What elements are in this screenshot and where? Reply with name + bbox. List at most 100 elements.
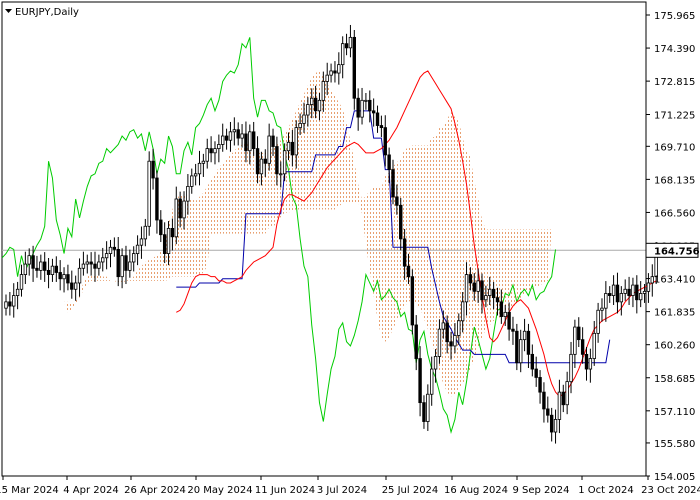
candle-body	[302, 114, 306, 124]
candle-body	[89, 261, 93, 265]
candle-body	[27, 255, 31, 265]
candle-body	[615, 284, 620, 303]
candle-body	[600, 307, 604, 311]
candle-body	[166, 227, 171, 254]
candle-body	[124, 255, 128, 271]
candle-body	[255, 148, 260, 175]
candle-body	[464, 274, 469, 303]
x-tick-label: 25 Jul 2024	[382, 485, 439, 496]
candle-body	[631, 284, 635, 296]
y-tick-label: 175.965	[654, 11, 695, 22]
candle-body	[298, 123, 302, 129]
candle-body	[515, 330, 519, 364]
candle-body	[542, 391, 546, 410]
candle-body	[596, 309, 600, 334]
candle-body	[538, 377, 542, 393]
candle-body	[62, 274, 66, 280]
y-tick-label: 171.225	[654, 111, 695, 122]
candle-body	[135, 244, 140, 254]
candle-body	[290, 141, 295, 156]
candle-body	[66, 274, 70, 284]
candle-body	[635, 284, 639, 301]
candle-body	[182, 200, 186, 219]
candle-body	[240, 133, 244, 139]
candle-body	[534, 368, 538, 378]
candle-body	[205, 148, 209, 162]
candle-body	[58, 272, 62, 280]
candle-body	[604, 293, 608, 309]
candle-body	[232, 129, 237, 133]
candle-body	[484, 295, 488, 301]
candle-body	[433, 356, 438, 370]
candle-body	[503, 311, 507, 317]
candle-body	[201, 160, 206, 164]
y-tick-label: 172.815	[654, 77, 695, 88]
candle-body	[441, 322, 446, 330]
candle-body	[383, 127, 387, 156]
candle-body	[553, 419, 558, 433]
candle-body	[488, 288, 492, 296]
candle-body	[46, 269, 51, 275]
candle-body	[418, 358, 422, 404]
candle-body	[619, 293, 624, 303]
candle-body	[155, 177, 159, 221]
candle-body	[356, 97, 360, 118]
candle-body	[50, 265, 55, 275]
candle-body	[495, 297, 500, 303]
candle-body	[244, 133, 248, 152]
x-tick-label: 23 Oct 2024	[641, 485, 700, 496]
candle-body	[317, 99, 322, 112]
x-tick-label: 4 Apr 2024	[63, 485, 118, 496]
candle-body	[251, 131, 256, 150]
candle-body	[186, 186, 190, 202]
candle-body	[491, 288, 496, 299]
candle-body	[588, 358, 593, 370]
candle-body	[480, 280, 484, 301]
candle-body	[104, 253, 109, 259]
candle-body	[12, 295, 16, 307]
candle-body	[236, 129, 240, 139]
candle-body	[608, 293, 612, 296]
candle-body	[275, 146, 279, 175]
candle-body	[638, 293, 643, 301]
candle-body	[70, 282, 74, 290]
candle-body	[391, 169, 395, 198]
time-axis: 15 Mar 2024 4 Apr 2024 26 Apr 2024 20 May 2…	[0, 476, 700, 496]
candle-body	[573, 326, 577, 355]
candle-body	[460, 301, 465, 322]
x-tick-label: 16 Aug 2024	[444, 485, 508, 496]
candle-body	[271, 135, 275, 147]
candle-body	[371, 110, 376, 114]
candle-body	[511, 328, 515, 332]
candle-body	[348, 36, 353, 49]
candle-body	[561, 391, 565, 406]
candle-body	[279, 173, 283, 176]
x-tick-label: 20 May 2024	[187, 485, 252, 496]
x-tick-label: 1 Oct 2024	[578, 485, 633, 496]
candle-body	[507, 311, 511, 330]
candle-body	[174, 198, 178, 238]
candle-body	[35, 267, 39, 271]
candle-body	[557, 391, 562, 420]
price-tag: 164.756	[645, 242, 700, 258]
candle-body	[178, 198, 182, 219]
candle-body	[584, 353, 589, 370]
candle-body	[54, 265, 59, 273]
candle-body	[228, 131, 233, 141]
candle-body	[453, 335, 457, 347]
candle-body	[31, 255, 35, 269]
y-tick-label: 166.560	[654, 208, 695, 219]
candle-body	[73, 282, 78, 290]
candle-body	[422, 402, 426, 422]
x-tick-label: 11 Jun 2024	[255, 485, 315, 496]
candle-body	[321, 81, 326, 101]
candle-body	[445, 322, 449, 343]
candle-body	[468, 274, 473, 284]
x-tick-label: 9 Sep 2024	[512, 485, 569, 496]
candle-body	[162, 234, 167, 254]
candle-body	[108, 246, 113, 254]
candle-body	[221, 135, 225, 145]
candle-body	[577, 326, 581, 341]
x-tick-label: 15 Mar 2024	[0, 485, 59, 496]
candle-body	[375, 112, 380, 126]
